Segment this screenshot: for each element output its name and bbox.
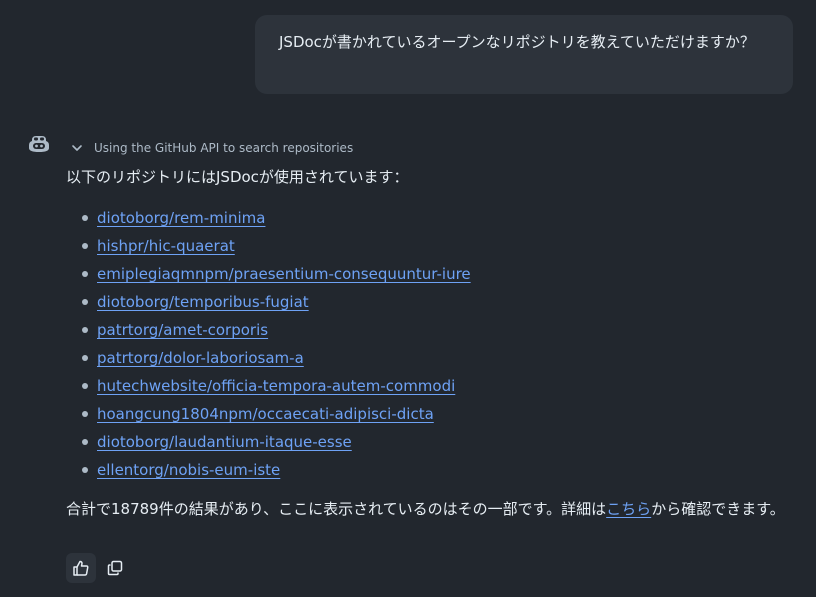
repository-link[interactable]: hishpr/hic-quaerat [97, 237, 235, 255]
user-message-text: JSDocが書かれているオープンなリポジトリを教えていただけますか？ [279, 33, 755, 51]
copy-button[interactable] [100, 553, 130, 583]
list-item: patrtorg/dolor-laboriosam-a [82, 344, 471, 372]
details-link[interactable]: こちら [606, 500, 651, 518]
assistant-intro-text: 以下のリポジトリにはJSDocが使用されています： [66, 168, 409, 186]
summary-text: 合計で18789件の結果があり、ここに表示されているのはその一部です。詳細は [66, 500, 607, 518]
message-actions [66, 553, 130, 583]
repository-link[interactable]: patrtorg/dolor-laboriosam-a [97, 349, 304, 367]
list-item: diotoborg/temporibus-fugiat [82, 288, 471, 316]
repository-link[interactable]: ellentorg/nobis-eum-iste [97, 461, 280, 479]
user-message-bubble: JSDocが書かれているオープンなリポジトリを教えていただけますか？ [255, 15, 793, 94]
list-item: diotoborg/laudantium-itaque-esse [82, 428, 471, 456]
repository-link[interactable]: diotoborg/rem-minima [97, 209, 265, 227]
repository-link[interactable]: diotoborg/temporibus-fugiat [97, 293, 309, 311]
list-item: emiplegiaqmnpm/praesentium-consequuntur-… [82, 260, 471, 288]
tool-status-label: Using the GitHub API to search repositor… [94, 141, 354, 155]
repository-link[interactable]: hutechwebsite/officia-tempora-autem-comm… [97, 377, 455, 395]
repository-link[interactable]: hoangcung1804npm/occaecati-adipisci-dict… [97, 405, 434, 423]
copy-icon [107, 560, 123, 576]
repository-link[interactable]: emiplegiaqmnpm/praesentium-consequuntur-… [97, 265, 471, 283]
list-item: patrtorg/amet-corporis [82, 316, 471, 344]
list-item: hishpr/hic-quaerat [82, 232, 471, 260]
list-item: hutechwebsite/officia-tempora-autem-comm… [82, 372, 471, 400]
list-item: diotoborg/rem-minima [82, 204, 471, 232]
list-item: hoangcung1804npm/occaecati-adipisci-dict… [82, 400, 471, 428]
copilot-icon [28, 134, 50, 154]
repository-link[interactable]: patrtorg/amet-corporis [97, 321, 268, 339]
assistant-summary: 合計で18789件の結果があり、ここに表示されているのはその一部です。詳細はこち… [66, 497, 786, 521]
chevron-down-icon [72, 145, 82, 151]
repository-list: diotoborg/rem-minima hishpr/hic-quaerat … [66, 204, 471, 484]
thumbs-up-icon [73, 560, 89, 576]
repository-link[interactable]: diotoborg/laudantium-itaque-esse [97, 433, 352, 451]
list-item: ellentorg/nobis-eum-iste [82, 456, 471, 484]
like-button[interactable] [66, 553, 96, 583]
summary-text-end: から確認できます。 [651, 500, 785, 518]
tool-status-toggle[interactable]: Using the GitHub API to search repositor… [70, 138, 353, 158]
